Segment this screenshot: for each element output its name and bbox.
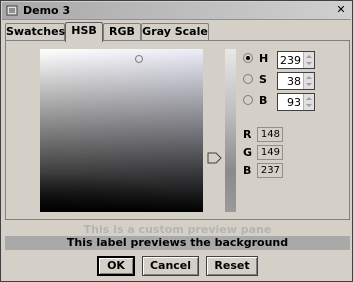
spinner-up-icon[interactable] xyxy=(306,97,312,100)
hue-radio[interactable] xyxy=(243,53,253,63)
hue-spinner[interactable]: 239 xyxy=(277,51,315,69)
saturation-value: 38 xyxy=(287,75,301,88)
saturation-spinner-buttons[interactable] xyxy=(303,73,314,89)
tab-gray-scale-label: Gray Scale xyxy=(142,25,208,38)
tab-swatches[interactable]: Swatches xyxy=(5,23,65,41)
field-shading xyxy=(40,172,203,212)
tab-rgb[interactable]: RGB xyxy=(103,23,141,41)
hue-slider-track[interactable] xyxy=(225,49,236,212)
hue-spinner-buttons[interactable] xyxy=(303,52,314,68)
brightness-label: B xyxy=(259,94,268,107)
slider-arrow-icon[interactable] xyxy=(207,152,222,164)
tab-gray-scale[interactable]: Gray Scale xyxy=(141,23,209,41)
tab-swatches-label: Swatches xyxy=(6,25,66,38)
brightness-radio[interactable] xyxy=(243,95,253,105)
brightness-value: 93 xyxy=(287,96,301,109)
red-label: R xyxy=(243,128,252,141)
red-value: 148 xyxy=(257,127,283,142)
background-preview-label: This label previews the background xyxy=(5,236,350,250)
color-selection-marker[interactable] xyxy=(135,55,143,63)
app-icon xyxy=(6,5,18,16)
close-icon[interactable]: ✕ xyxy=(334,4,348,17)
saturation-brightness-field[interactable] xyxy=(40,49,203,212)
saturation-label: S xyxy=(259,73,267,86)
blue-label: B xyxy=(243,164,252,177)
green-value: 149 xyxy=(257,145,283,160)
spinner-up-icon[interactable] xyxy=(306,76,312,79)
tab-hsb[interactable]: HSB xyxy=(65,22,103,42)
custom-preview-text: This is a custom preview pane xyxy=(83,223,272,236)
reset-button[interactable]: Reset xyxy=(206,256,258,276)
spinner-down-icon[interactable] xyxy=(306,104,312,107)
spinner-up-icon[interactable] xyxy=(306,55,312,58)
spinner-down-icon[interactable] xyxy=(306,62,312,65)
saturation-spinner[interactable]: 38 xyxy=(277,72,315,90)
blue-value: 237 xyxy=(257,163,283,178)
spinner-down-icon[interactable] xyxy=(306,83,312,86)
saturation-radio[interactable] xyxy=(243,74,253,84)
tab-hsb-label: HSB xyxy=(71,24,97,37)
window-title: Demo 3 xyxy=(23,4,71,17)
tab-rgb-label: RGB xyxy=(109,25,135,38)
hue-label: H xyxy=(259,52,269,65)
brightness-spinner-buttons[interactable] xyxy=(303,94,314,110)
dialog-window: Demo 3 ✕ Swatches HSB RGB Gray Scale H 2… xyxy=(0,0,353,282)
brightness-spinner[interactable]: 93 xyxy=(277,93,315,111)
title-bar[interactable]: Demo 3 ✕ xyxy=(2,2,351,20)
hue-value: 239 xyxy=(280,54,301,67)
ok-button[interactable]: OK xyxy=(97,256,135,276)
hsb-panel: H 239 S 38 B 93 R 148 G 149 B 237 xyxy=(5,40,350,220)
cancel-button[interactable]: Cancel xyxy=(142,256,199,276)
green-label: G xyxy=(243,146,253,159)
